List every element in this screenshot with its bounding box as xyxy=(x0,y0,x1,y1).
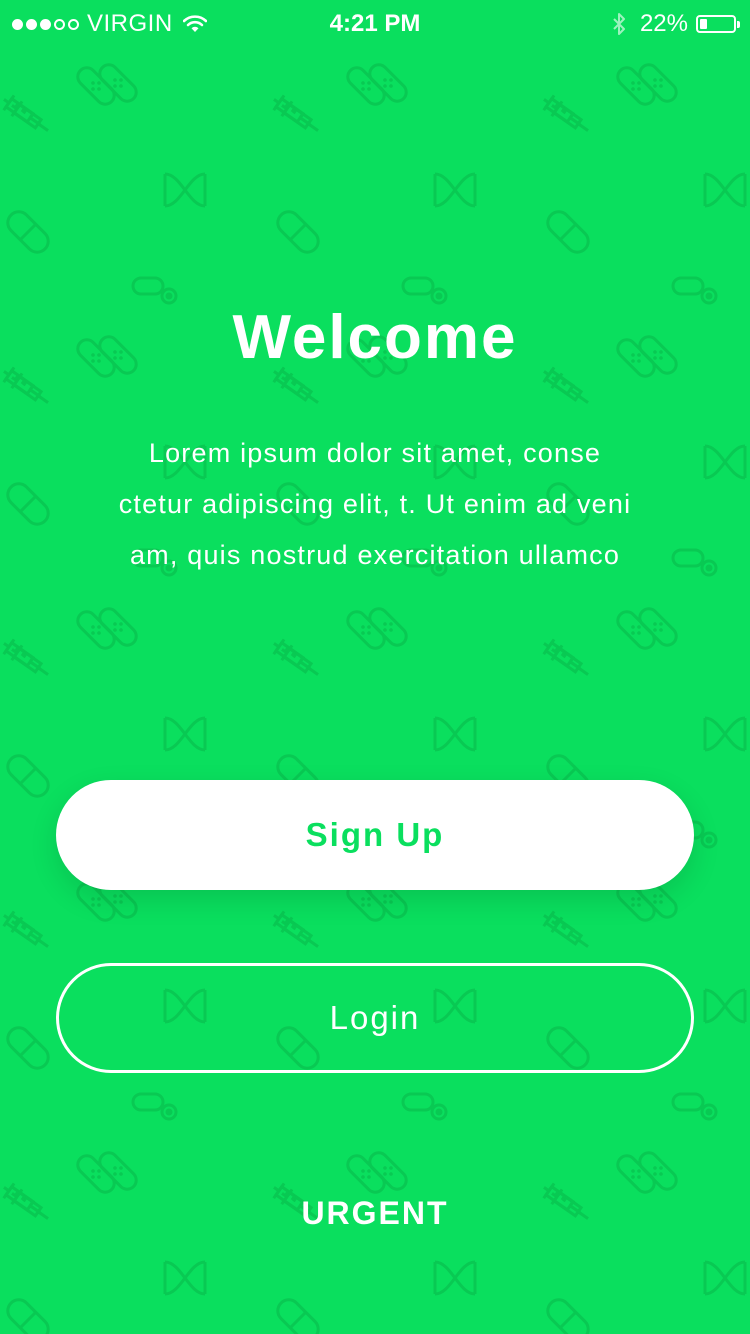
welcome-screen: VIRGIN 4:21 PM 22% Welcome Lorem ipsum d… xyxy=(0,0,750,1334)
page-title: Welcome xyxy=(232,303,518,372)
login-label: Login xyxy=(329,999,421,1036)
login-button[interactable]: Login xyxy=(56,963,694,1073)
sign-up-button[interactable]: Sign Up xyxy=(56,780,694,890)
description-line: ctetur adipiscing elit, t. Ut enim ad ve… xyxy=(118,489,632,519)
battery-icon xyxy=(696,15,740,33)
status-right: 22% xyxy=(612,10,740,38)
welcome-description: Lorem ipsum dolor sit amet, conse ctetur… xyxy=(75,428,675,581)
sign-up-label: Sign Up xyxy=(305,816,445,853)
bluetooth-icon xyxy=(612,12,626,36)
description-line: Lorem ipsum dolor sit amet, conse xyxy=(148,438,602,468)
status-bar: VIRGIN 4:21 PM 22% xyxy=(0,0,750,48)
description-line: am, quis nostrud exercitation ullamco xyxy=(129,540,621,570)
battery-level xyxy=(700,19,708,29)
urgent-link[interactable]: URGENT xyxy=(0,1195,750,1232)
main-content: Welcome Lorem ipsum dolor sit amet, cons… xyxy=(0,0,750,1334)
battery-percentage: 22% xyxy=(639,10,688,37)
